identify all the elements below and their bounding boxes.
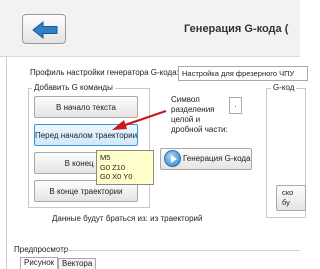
- separator-label-line: разделения: [171, 105, 215, 114]
- play-icon: [164, 150, 181, 167]
- decimal-separator-label: Символ разделения целой и дробной части:: [171, 95, 228, 135]
- data-source-info: Данные будут браться из: из траекторий: [52, 214, 203, 223]
- copy-button-line: ско: [282, 188, 294, 197]
- tooltip-line: G0 Z10: [100, 162, 126, 172]
- command-group-label: Добавить G команды: [32, 83, 115, 92]
- copy-button[interactable]: ско бу: [276, 185, 306, 211]
- gcode-group-label: G-код: [271, 83, 297, 92]
- decimal-separator-input[interactable]: .: [229, 97, 242, 114]
- profile-label: Профиль настройки генератора G-кода:: [30, 68, 179, 77]
- back-button[interactable]: [22, 14, 66, 44]
- tooltip-line: M5: [100, 153, 111, 162]
- separator-label-line: целой и: [171, 115, 201, 124]
- tab-vectors[interactable]: Вектора: [58, 258, 97, 269]
- profile-select[interactable]: Настройка для фрезерного ЧПУ: [178, 66, 308, 81]
- gcode-tooltip: M5 G0 Z10 G0 X0 Y0: [96, 150, 154, 185]
- copy-button-line: бу: [282, 198, 290, 207]
- page-title: Генерация G-кода (: [184, 23, 289, 35]
- separator-label-line: дробной части:: [171, 125, 228, 134]
- separator-label-line: Символ: [171, 95, 200, 104]
- tab-picture[interactable]: Рисунок: [20, 257, 59, 269]
- left-divider: [6, 56, 7, 269]
- preview-divider: [55, 250, 300, 251]
- tooltip-line: G0 X0 Y0: [100, 172, 133, 181]
- back-arrow-icon: [32, 20, 58, 40]
- red-arrow-icon: [112, 109, 167, 130]
- header-divider: [0, 56, 300, 57]
